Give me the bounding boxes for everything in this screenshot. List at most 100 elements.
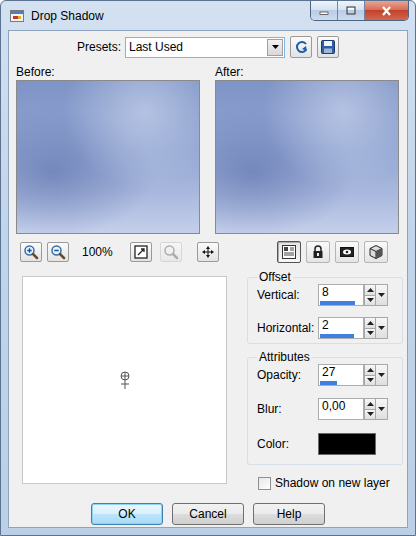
- color-label: Color:: [257, 437, 318, 451]
- down-arrow-icon: [367, 378, 374, 382]
- level-track[interactable]: [320, 381, 362, 385]
- slider-dropdown-button[interactable]: [376, 317, 388, 339]
- after-preview[interactable]: [215, 80, 399, 234]
- checkbox-label: Shadow on new layer: [275, 476, 390, 490]
- field-label: Horizontal:: [257, 321, 318, 335]
- settings-column: Offset Vertical: 8 Horizontal: 2 Attribu…: [247, 270, 403, 490]
- attribute-field-row: Opacity: 27: [257, 364, 392, 386]
- spin-down-button[interactable]: [364, 410, 376, 421]
- zoom-level: 100%: [82, 245, 114, 259]
- color-row: Color:: [257, 432, 392, 456]
- crosshair-icon[interactable]: [118, 370, 132, 390]
- numeric-input[interactable]: 2: [318, 317, 364, 339]
- offset-target-panel[interactable]: [22, 276, 227, 484]
- actual-size-button[interactable]: [160, 242, 182, 262]
- zoom-fit-button[interactable]: [130, 242, 152, 262]
- caption-buttons: [310, 1, 409, 21]
- dialog-body: Presets: Last Used Before: After: 100% O…: [8, 30, 408, 528]
- maximize-button[interactable]: [338, 1, 365, 20]
- drop-shadow-window: Drop Shadow Presets: Last Used Before: A…: [0, 0, 416, 536]
- field-label: Vertical:: [257, 288, 318, 302]
- up-arrow-icon: [367, 368, 374, 372]
- spin-up-button[interactable]: [364, 284, 376, 296]
- numeric-input[interactable]: 0,00: [318, 398, 364, 420]
- reset-preset-button[interactable]: [290, 36, 312, 58]
- spin-down-button[interactable]: [364, 376, 376, 387]
- level-track[interactable]: [320, 334, 362, 338]
- zoom-out-button[interactable]: [47, 242, 69, 262]
- cube-icon: [368, 244, 384, 260]
- field-value: 2: [319, 318, 363, 333]
- zoom-out-icon: [50, 244, 66, 260]
- spin-buttons: [364, 364, 376, 386]
- level-fill: [320, 334, 354, 338]
- pan-button[interactable]: [197, 242, 219, 262]
- minimize-icon: [319, 7, 329, 15]
- up-arrow-icon: [367, 402, 374, 406]
- offset-field-row: Vertical: 8: [257, 284, 392, 306]
- dialog-button[interactable]: Cancel: [172, 503, 244, 525]
- spin-up-button[interactable]: [364, 364, 376, 376]
- spin-buttons: [364, 398, 376, 420]
- preview-toolbar: 100%: [9, 241, 407, 263]
- level-fill: [320, 381, 337, 385]
- field-label: Opacity:: [257, 368, 318, 382]
- spin-buttons: [364, 284, 376, 306]
- shadow-on-new-layer-checkbox[interactable]: Shadow on new layer: [258, 476, 403, 490]
- maximize-icon: [346, 6, 356, 15]
- zoom-in-button[interactable]: [20, 242, 42, 262]
- split-view-icon: [281, 244, 297, 260]
- spin-down-button[interactable]: [364, 329, 376, 340]
- floppy-disk-icon: [320, 39, 336, 55]
- dropdown-arrow-icon: [272, 45, 279, 49]
- field-value: 0,00: [319, 399, 363, 414]
- numeric-field: 27: [318, 364, 388, 386]
- numeric-input[interactable]: 27: [318, 364, 364, 386]
- color-swatch[interactable]: [318, 433, 376, 455]
- view-mode-button[interactable]: [364, 241, 388, 263]
- slider-dropdown-button[interactable]: [376, 284, 388, 306]
- window-title: Drop Shadow: [31, 9, 104, 23]
- level-track[interactable]: [320, 301, 362, 305]
- zoom-fit-icon: [133, 244, 149, 260]
- proof-icon: [339, 244, 355, 260]
- slider-dropdown-button[interactable]: [376, 398, 388, 420]
- down-arrow-icon: [378, 326, 385, 330]
- view-mode-button[interactable]: [277, 241, 301, 263]
- dialog-button[interactable]: Help: [253, 503, 325, 525]
- lock-icon: [310, 244, 326, 260]
- minimize-button[interactable]: [311, 1, 338, 20]
- close-button[interactable]: [365, 1, 408, 20]
- dropdown-button[interactable]: [267, 39, 283, 56]
- offset-group: Offset Vertical: 8 Horizontal: 2: [247, 270, 403, 344]
- numeric-input[interactable]: 8: [318, 284, 364, 306]
- move-arrows-icon: [201, 245, 215, 259]
- spin-up-button[interactable]: [364, 398, 376, 410]
- numeric-field: 0,00: [318, 398, 388, 420]
- preview-label: Before:: [16, 65, 200, 79]
- field-label: Blur:: [257, 402, 318, 416]
- dialog-buttons: OK Cancel Help: [9, 503, 407, 525]
- presets-row: Presets: Last Used: [9, 36, 407, 58]
- before-preview[interactable]: [16, 80, 200, 234]
- checkbox-box[interactable]: [258, 477, 271, 490]
- down-arrow-icon: [367, 298, 374, 302]
- presets-value: Last Used: [126, 40, 267, 54]
- dialog-button[interactable]: OK: [91, 503, 163, 525]
- save-preset-button[interactable]: [317, 36, 339, 58]
- view-mode-button[interactable]: [306, 241, 330, 263]
- magnifier-icon: [163, 244, 179, 260]
- slider-dropdown-button[interactable]: [376, 364, 388, 386]
- title-bar: Drop Shadow: [8, 1, 408, 30]
- attributes-group: Attributes Opacity: 27 Blur: 0,00 Color:: [247, 350, 403, 465]
- app-icon: [9, 8, 25, 24]
- down-arrow-icon: [378, 293, 385, 297]
- spin-down-button[interactable]: [364, 296, 376, 307]
- spin-up-button[interactable]: [364, 317, 376, 329]
- attribute-field-row: Blur: 0,00: [257, 398, 392, 420]
- preview-column: After:: [215, 65, 399, 234]
- level-track[interactable]: [320, 415, 362, 419]
- view-mode-button[interactable]: [335, 241, 359, 263]
- preview-label: After:: [215, 65, 399, 79]
- presets-dropdown[interactable]: Last Used: [125, 37, 285, 58]
